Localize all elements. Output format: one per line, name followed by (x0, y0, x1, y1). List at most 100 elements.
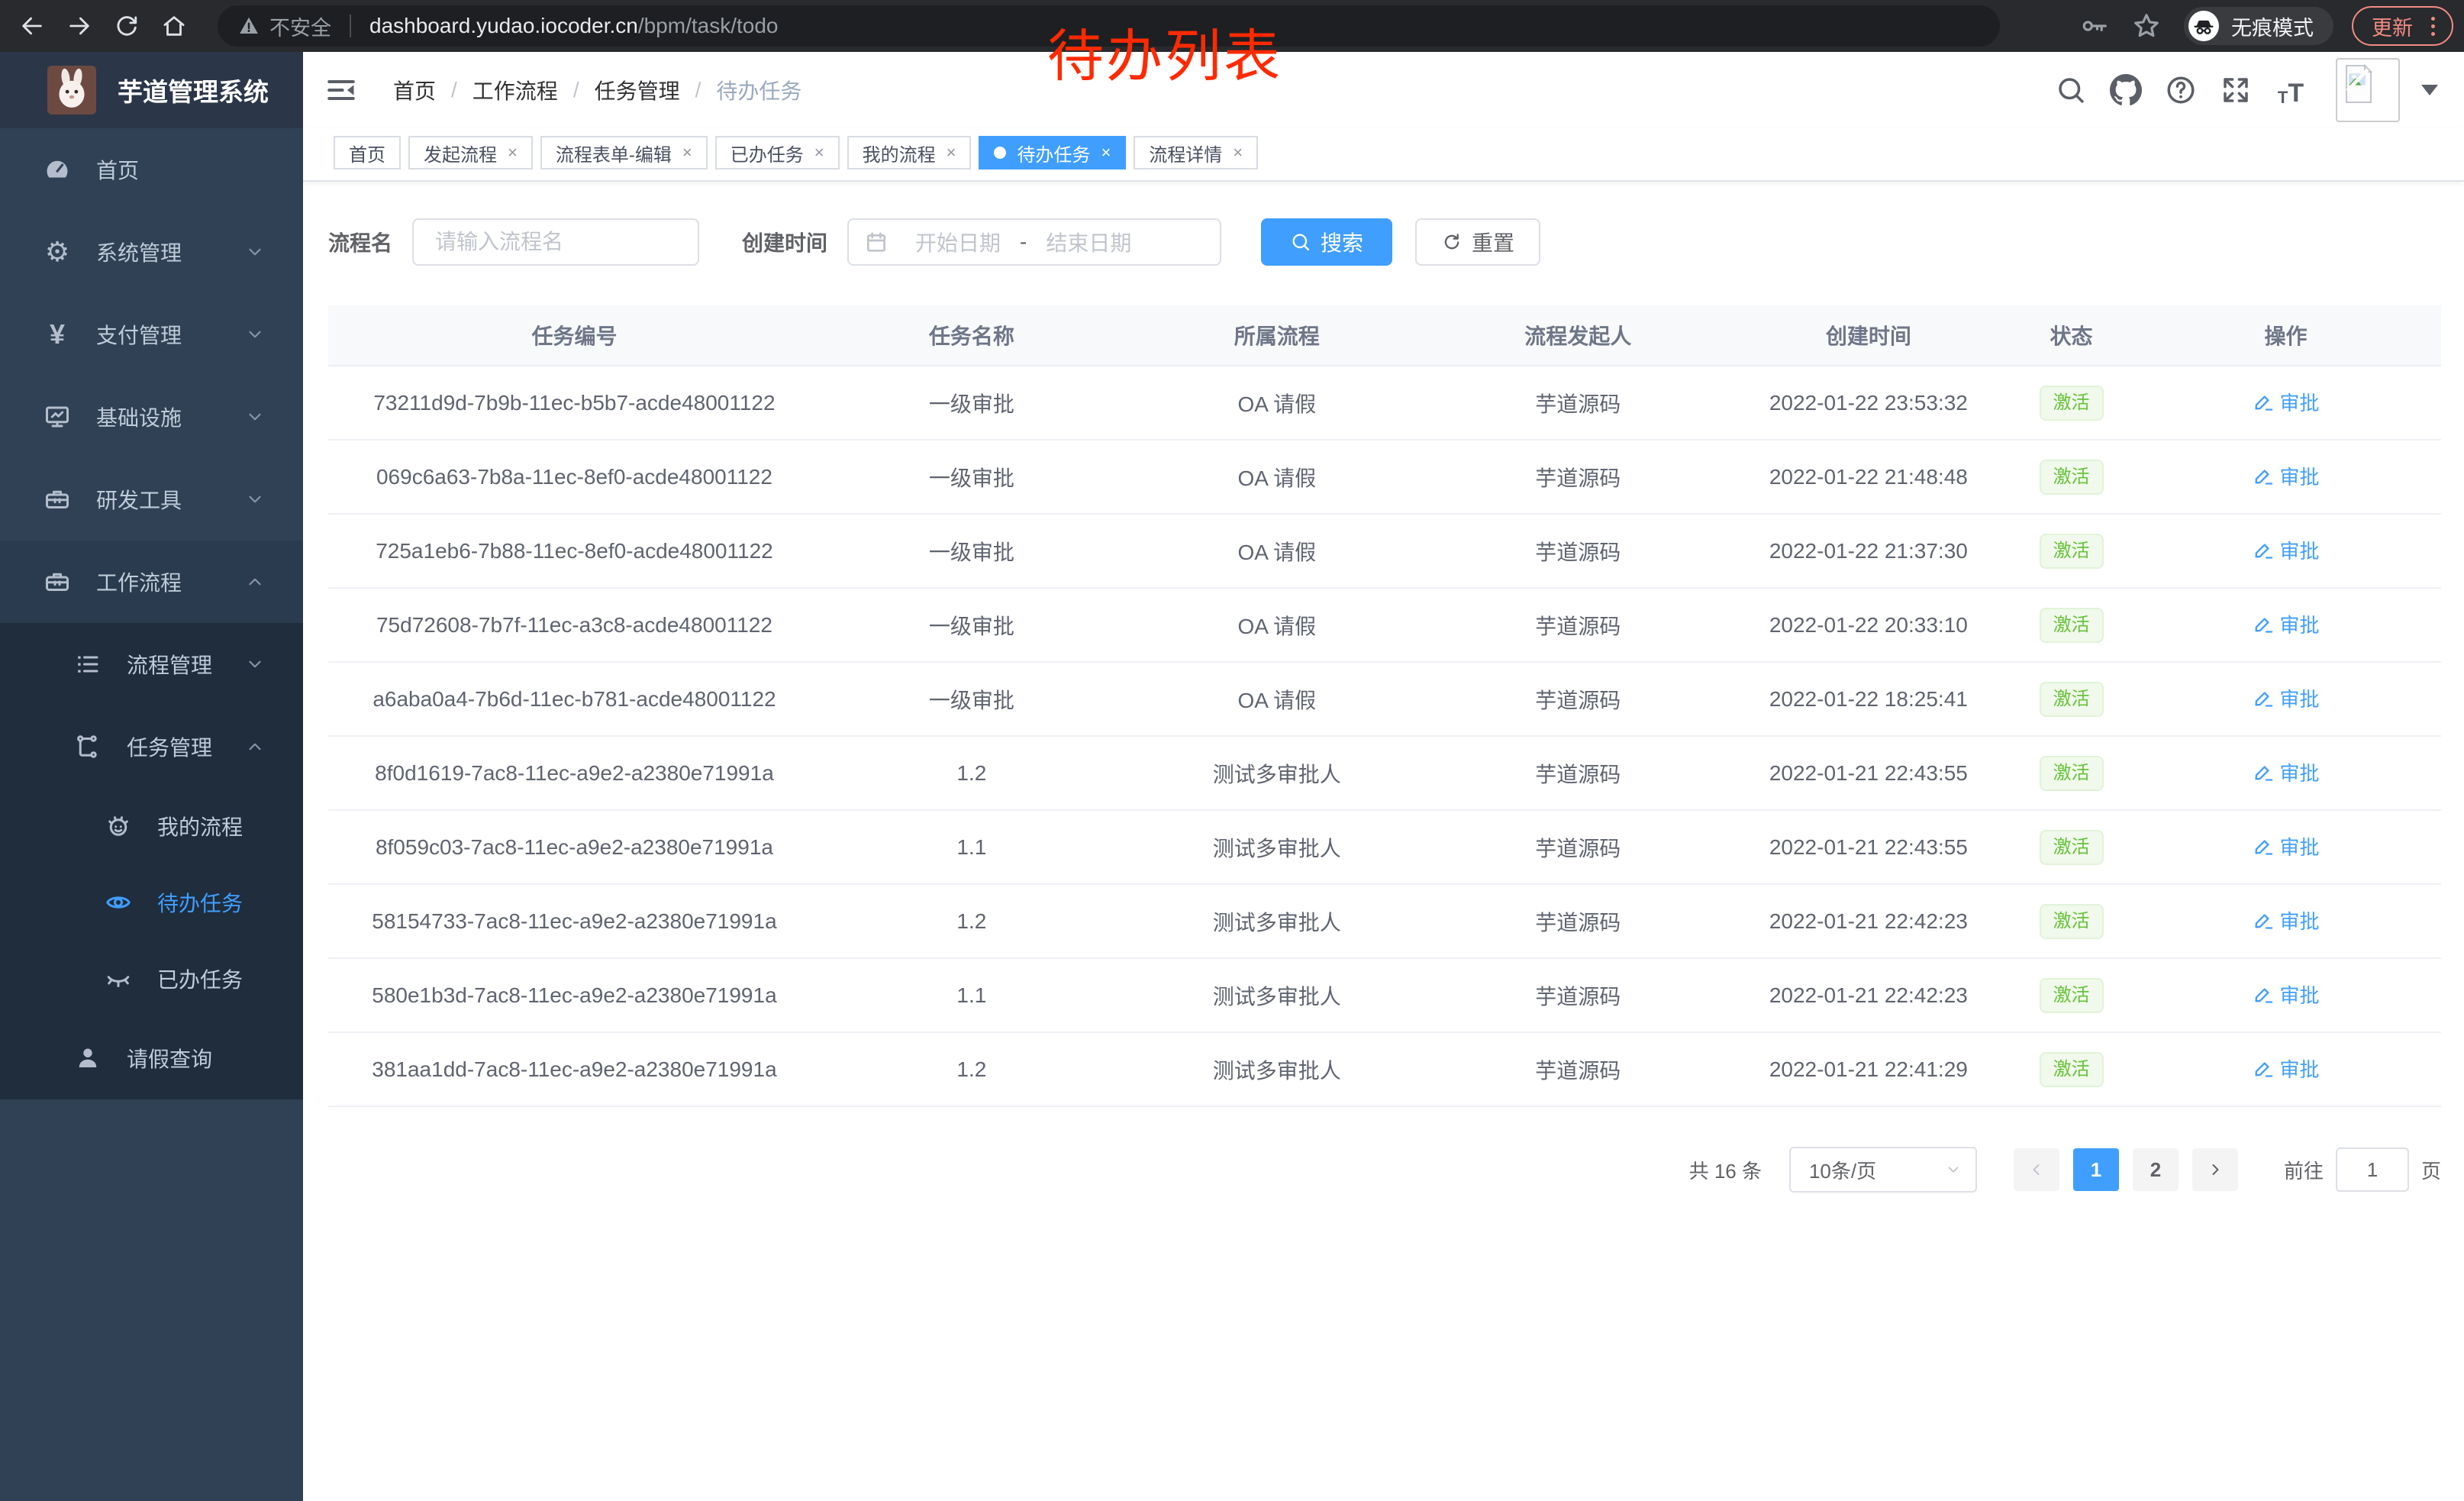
close-icon[interactable]: × (1233, 144, 1243, 161)
browser-update-button[interactable]: 更新 (2352, 6, 2453, 46)
process-name-input-wrap (412, 218, 699, 266)
browser-menu-icon[interactable] (2427, 17, 2440, 36)
sidebar-item-label: 支付管理 (96, 319, 182, 350)
annotation-overlay-text: 待办列表 (1047, 11, 1282, 92)
github-icon[interactable] (2110, 74, 2142, 106)
close-icon[interactable]: × (947, 144, 956, 161)
close-icon[interactable]: × (508, 144, 518, 161)
help-icon[interactable] (2165, 74, 2197, 106)
task-id: 725a1eb6-7b88-11ec-8ef0-acde48001122 (328, 514, 821, 588)
approve-button[interactable]: 审批 (2253, 610, 2320, 638)
page-button-2[interactable]: 2 (2133, 1148, 2179, 1191)
sidebar-collapse-icon[interactable] (324, 73, 358, 107)
sidebar-item-payment[interactable]: ¥ 支付管理 (0, 293, 303, 376)
search-button[interactable]: 搜索 (1261, 218, 1392, 266)
date-range-picker[interactable]: 开始日期 - 结束日期 (847, 218, 1221, 266)
tab-done-task[interactable]: 已办任务× (715, 136, 840, 169)
browser-home-icon[interactable] (159, 11, 189, 41)
browser-forward-icon[interactable] (64, 11, 95, 41)
search-icon[interactable] (2055, 74, 2087, 106)
breadcrumb-workflow[interactable]: 工作流程 (472, 75, 558, 105)
sidebar-item-infra[interactable]: 基础设施 (0, 376, 303, 458)
tab-my-process[interactable]: 我的流程× (847, 136, 972, 169)
task-time: 2022-01-21 22:41:29 (1725, 1032, 2012, 1106)
col-starter: 流程发起人 (1431, 305, 1725, 366)
approve-button[interactable]: 审批 (2253, 758, 2320, 786)
approve-button[interactable]: 审批 (2253, 388, 2320, 416)
approve-button[interactable]: 审批 (2253, 906, 2320, 934)
table-row: 73211d9d-7b9b-11ec-b5b7-acde48001122 一级审… (328, 366, 2441, 440)
table-header: 任务编号 任务名称 所属流程 流程发起人 创建时间 状态 操作 (328, 305, 2441, 366)
sidebar-item-system[interactable]: ⚙ 系统管理 (0, 211, 303, 293)
sidebar-item-workflow[interactable]: 工作流程 (0, 541, 303, 623)
url-host: dashboard.yudao.iocoder.cn (369, 14, 638, 37)
sidebar-item-leave-query[interactable]: 请假查询 (0, 1017, 303, 1099)
page-button-1[interactable]: 1 (2073, 1148, 2119, 1191)
close-icon[interactable]: × (1101, 144, 1111, 161)
sidebar-item-done-task[interactable]: 已办任务 (0, 941, 303, 1017)
tab-process-detail[interactable]: 流程详情× (1134, 136, 1258, 169)
sidebar-item-task-mgmt[interactable]: 任务管理 (0, 705, 303, 788)
tab-form-edit[interactable]: 流程表单-编辑× (540, 136, 708, 169)
table-row: 069c6a63-7b8a-11ec-8ef0-acde48001122 一级审… (328, 440, 2441, 514)
security-label[interactable]: 不安全 (269, 11, 331, 41)
approve-button[interactable]: 审批 (2253, 684, 2320, 712)
reset-button[interactable]: 重置 (1415, 218, 1540, 266)
avatar-dropdown-caret-icon[interactable] (2421, 85, 2438, 95)
task-process: 测试多审批人 (1123, 958, 1431, 1032)
close-icon[interactable]: × (814, 144, 824, 161)
approve-button[interactable]: 审批 (2253, 832, 2320, 860)
edit-icon (2253, 539, 2274, 560)
sidebar-item-label: 待办任务 (157, 887, 243, 918)
page-size-select[interactable]: 10条/页 (1789, 1147, 1977, 1193)
next-page-button[interactable] (2192, 1148, 2238, 1191)
main-area: 首页 / 工作流程 / 任务管理 / 待办任务 TT (303, 52, 2464, 1501)
pagination: 共 16 条 10条/页 1 2 前往 页 (328, 1147, 2441, 1193)
prev-page-button[interactable] (2014, 1148, 2059, 1191)
browser-reload-icon[interactable] (111, 11, 142, 41)
update-label[interactable]: 更新 (2372, 11, 2413, 41)
breadcrumb-task-mgmt[interactable]: 任务管理 (595, 75, 680, 105)
task-process: OA 请假 (1123, 366, 1431, 440)
browser-back-icon[interactable] (17, 11, 47, 41)
edit-icon (2253, 835, 2274, 857)
approve-button[interactable]: 审批 (2253, 462, 2320, 490)
font-size-icon[interactable]: TT (2275, 74, 2307, 106)
sidebar-item-label: 流程管理 (127, 649, 212, 679)
sidebar-item-my-process[interactable]: 我的流程 (0, 788, 303, 864)
password-key-icon[interactable] (2080, 11, 2109, 40)
sidebar-item-process-mgmt[interactable]: 流程管理 (0, 623, 303, 705)
task-starter: 芋道源码 (1431, 588, 1725, 662)
fullscreen-icon[interactable] (2220, 74, 2252, 106)
page-unit-label: 页 (2421, 1156, 2441, 1184)
approve-label: 审批 (2280, 684, 2320, 712)
end-date-placeholder[interactable]: 结束日期 (1031, 227, 1146, 257)
task-id: 381aa1dd-7ac8-11ec-a9e2-a2380e71991a (328, 1032, 821, 1106)
breadcrumb-home[interactable]: 首页 (393, 75, 436, 105)
avatar[interactable] (2336, 58, 2400, 122)
sidebar-item-todo-task[interactable]: 待办任务 (0, 864, 303, 941)
tab-home[interactable]: 首页 (334, 136, 401, 169)
sidebar-item-label: 基础设施 (96, 402, 182, 432)
task-time: 2022-01-22 18:25:41 (1725, 662, 2012, 736)
tab-start-process[interactable]: 发起流程× (408, 136, 533, 169)
approve-button[interactable]: 审批 (2253, 1054, 2320, 1083)
tab-todo-task[interactable]: 待办任务× (979, 136, 1126, 169)
reset-button-label: 重置 (1472, 227, 1514, 257)
start-date-placeholder[interactable]: 开始日期 (901, 227, 1015, 257)
sidebar-item-home[interactable]: 首页 (0, 128, 303, 211)
close-icon[interactable]: × (682, 144, 692, 161)
monitor-icon (43, 402, 72, 431)
approve-button[interactable]: 审批 (2253, 980, 2320, 1009)
breadcrumb-separator: / (573, 78, 579, 102)
task-name: 一级审批 (821, 662, 1123, 736)
status-badge: 激活 (2040, 756, 2104, 791)
approve-button[interactable]: 审批 (2253, 536, 2320, 564)
breadcrumb-separator: / (451, 78, 457, 102)
bookmark-star-icon[interactable] (2132, 11, 2161, 40)
goto-page-input[interactable] (2336, 1148, 2409, 1192)
process-name-input[interactable] (414, 230, 698, 254)
sidebar-item-label: 任务管理 (127, 731, 212, 762)
status-badge: 激活 (2040, 386, 2104, 421)
sidebar-item-devtools[interactable]: 研发工具 (0, 458, 303, 541)
